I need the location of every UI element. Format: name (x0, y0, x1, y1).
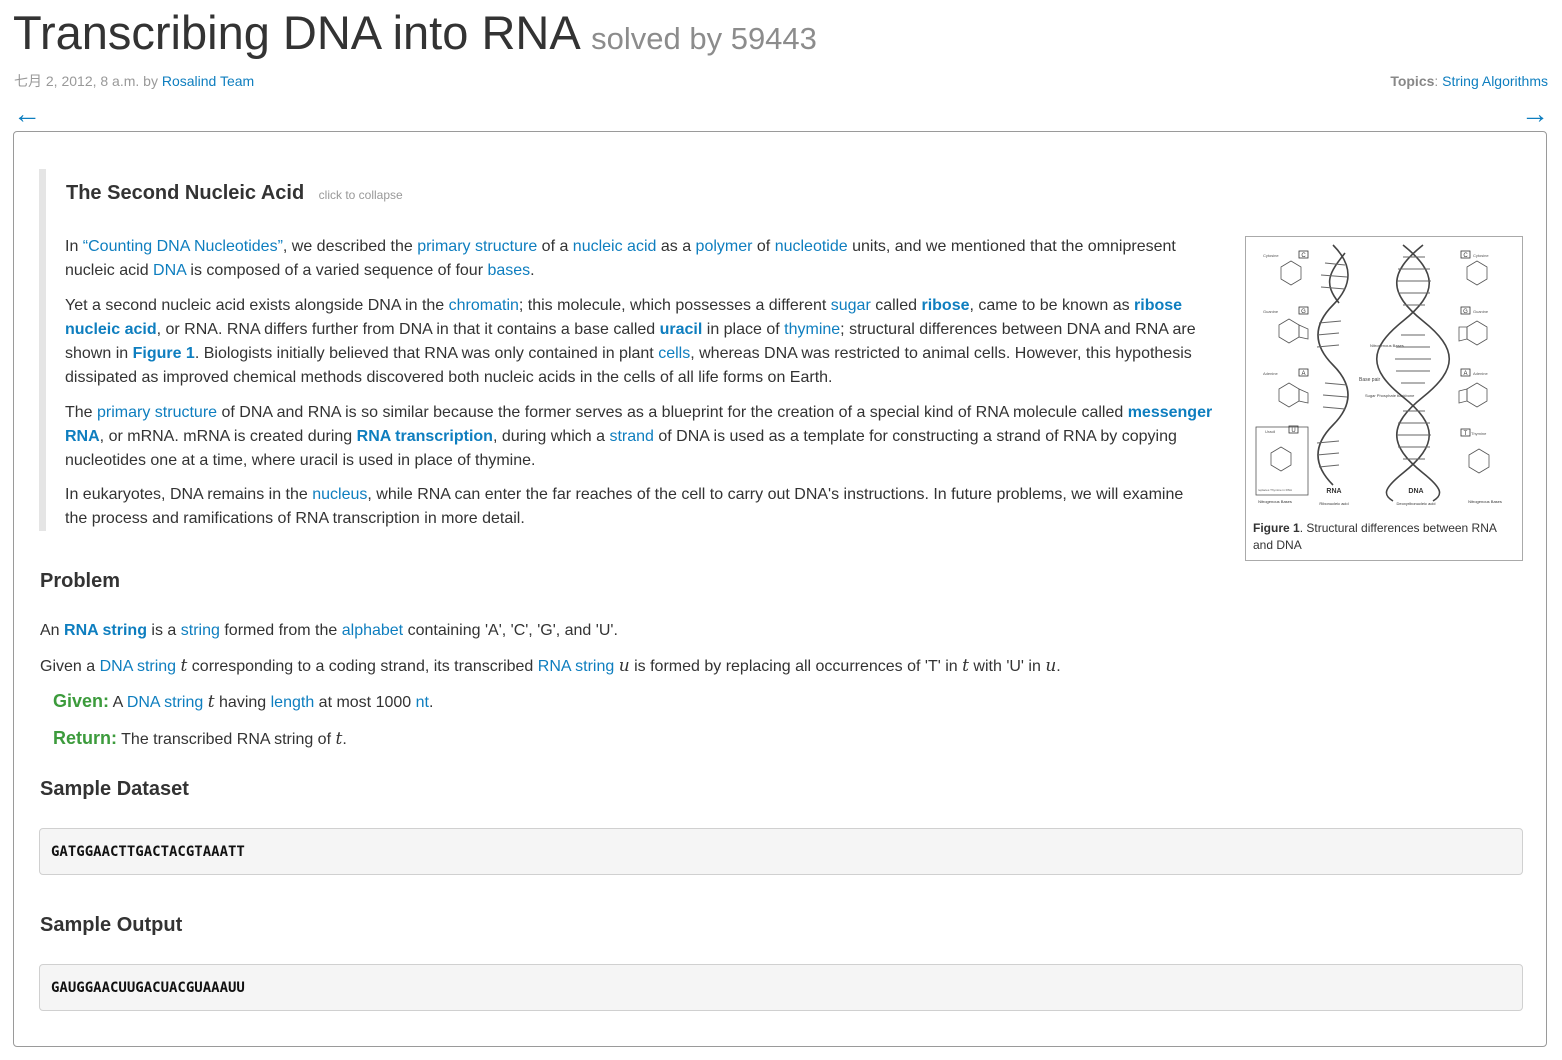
intro-paragraph-1: In “Counting DNA Nucleotides”, we descri… (65, 238, 1176, 279)
fig-label-guanine-left: Guanine (1263, 309, 1279, 314)
link-polymer[interactable]: polymer (696, 238, 753, 255)
link-counting-dna[interactable]: “Counting DNA Nucleotides” (83, 238, 283, 255)
figure-label: Figure 1 (1253, 521, 1300, 535)
link-alphabet[interactable]: alphabet (342, 622, 403, 639)
figure-caption: Figure 1. Structural differences between… (1253, 520, 1515, 554)
link-cells[interactable]: cells (658, 345, 690, 362)
link-length[interactable]: length (271, 694, 315, 711)
link-rna-string-2[interactable]: RNA string (538, 658, 614, 675)
given-line: Given: A DNA string t having length at m… (53, 691, 434, 712)
fig-label-nitro-bases: Nitrogenous Bases (1370, 343, 1404, 348)
fig-label-uracil: Uracil (1265, 429, 1275, 434)
fig-box-a-left: A (1301, 371, 1305, 377)
link-dna-string-given[interactable]: DNA string (127, 694, 203, 711)
link-dna[interactable]: DNA (153, 262, 186, 279)
collapse-hint[interactable]: click to collapse (319, 188, 403, 202)
link-bases[interactable]: bases (487, 262, 530, 279)
collapsible-header[interactable]: The Second Nucleic Acid click to collaps… (66, 181, 403, 207)
link-ribose[interactable]: ribose (921, 297, 969, 314)
fig-label-dna: DNA (1408, 488, 1423, 495)
fig-box-u: U (1291, 428, 1295, 434)
link-rna-transcription[interactable]: RNA transcription (357, 428, 493, 445)
fig-box-c-right: C (1463, 253, 1468, 259)
link-primary-structure[interactable]: primary structure (417, 238, 537, 255)
link-string[interactable]: string (181, 622, 220, 639)
fig-label-dna-sub: Deoxyribonucleic acid (1397, 501, 1436, 506)
fig-box-g-left: G (1301, 309, 1306, 315)
fig-label-replaces: replaces Thymine in RNA (1258, 488, 1292, 492)
fig-box-c-left: C (1301, 253, 1306, 259)
link-chromatin[interactable]: chromatin (449, 297, 519, 314)
page-title: Transcribing DNA into RNA (13, 6, 581, 59)
intro-paragraph-4: In eukaryotes, DNA remains in the nucleu… (65, 486, 1184, 527)
intro-paragraph-2: Yet a second nucleic acid exists alongsi… (65, 297, 1196, 386)
link-figure-1[interactable]: Figure 1 (133, 345, 195, 362)
collapsible-title[interactable]: The Second Nucleic Acid (66, 182, 304, 204)
link-nt[interactable]: nt (416, 694, 429, 711)
problem-line-2: Given a DNA string t corresponding to a … (40, 656, 1061, 676)
link-thymine[interactable]: thymine (784, 321, 840, 338)
fig-box-t: T (1464, 431, 1468, 437)
publish-date: 七月 2, 2012, 8 a.m. by (14, 73, 158, 89)
link-strand[interactable]: strand (609, 428, 653, 445)
fig-box-g-right: G (1463, 309, 1468, 315)
sample-output-heading: Sample Output (40, 914, 183, 936)
sample-dataset-box[interactable]: GATGGAACTTGACTACGTAAATT (39, 828, 1523, 875)
sample-dataset-heading: Sample Dataset (40, 778, 189, 800)
fig-label-backbone: Sugar Phosphate backbone (1365, 393, 1415, 398)
link-nucleus[interactable]: nucleus (312, 486, 367, 503)
link-uracil[interactable]: uracil (660, 321, 703, 338)
topic-link[interactable]: String Algorithms (1442, 73, 1548, 89)
return-label: Return: (53, 728, 117, 748)
link-primary-structure-2[interactable]: primary structure (97, 404, 217, 421)
fig-label-thymine: Thymine (1471, 431, 1487, 436)
page-header: Transcribing DNA into RNA solved by 5944… (13, 4, 817, 62)
prev-problem-arrow-icon[interactable]: ← (13, 99, 41, 129)
given-label: Given: (53, 691, 110, 711)
link-dna-string[interactable]: DNA string (100, 658, 176, 675)
link-rna-string[interactable]: RNA string (64, 622, 147, 639)
dna-rna-diagram: Cytosine Guanine Adenine Uracil replaces… (1255, 244, 1502, 506)
author-link[interactable]: Rosalind Team (162, 73, 254, 89)
fig-label-rna: RNA (1326, 488, 1341, 495)
fig-label-rna-sub: Ribonucleic acid (1319, 501, 1348, 506)
intro-paragraph-3: The primary structure of DNA and RNA is … (65, 404, 1213, 469)
fig-label-adenine-right: Adenine (1473, 371, 1488, 376)
next-problem-arrow-icon[interactable]: → (1521, 99, 1549, 129)
link-nucleic-acid[interactable]: nucleic acid (573, 238, 657, 255)
problem-heading: Problem (40, 570, 121, 592)
fig-label-nitro-left: Nitrogenous Bases (1258, 499, 1292, 504)
sample-output-box[interactable]: GAUGGAACUUGACUACGUAAAUU (39, 964, 1523, 1011)
fig-box-a-right: A (1463, 371, 1467, 377)
fig-label-cytosine-left: Cytosine (1263, 253, 1279, 258)
problem-line-1: An RNA string is a string formed from th… (40, 622, 618, 639)
topics: Topics: String Algorithms (1390, 73, 1548, 89)
problem-meta: 七月 2, 2012, 8 a.m. by Rosalind Team (14, 71, 254, 91)
figure-1: Cytosine Guanine Adenine Uracil replaces… (1245, 236, 1523, 561)
topics-label: Topics (1390, 73, 1435, 89)
link-sugar[interactable]: sugar (831, 297, 871, 314)
solved-count: solved by 59443 (591, 21, 817, 56)
fig-label-base-pair: Base pair (1359, 377, 1380, 383)
return-line: Return: The transcribed RNA string of t. (53, 728, 347, 749)
fig-label-adenine-left: Adenine (1263, 371, 1278, 376)
fig-label-guanine-right: Guanine (1473, 309, 1489, 314)
fig-label-cytosine-right: Cytosine (1473, 253, 1489, 258)
fig-label-nitro-right: Nitrogenous Bases (1468, 499, 1502, 504)
link-nucleotide[interactable]: nucleotide (775, 238, 848, 255)
